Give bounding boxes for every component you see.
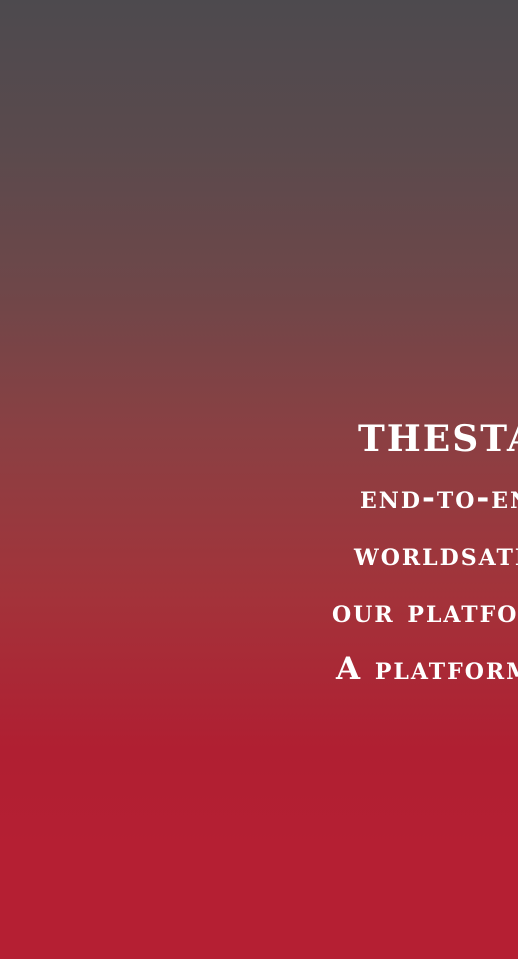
hero-line-5: A platform bbox=[336, 651, 518, 687]
hero-page: THESTART end-to-end worldsatellite our p… bbox=[0, 0, 518, 959]
hero-line-2: end-to-end bbox=[360, 480, 518, 516]
hero-title: THESTART bbox=[358, 418, 518, 460]
hero-line-4: our platform bbox=[332, 594, 518, 630]
hero-line-3: worldsatellite bbox=[354, 537, 518, 573]
